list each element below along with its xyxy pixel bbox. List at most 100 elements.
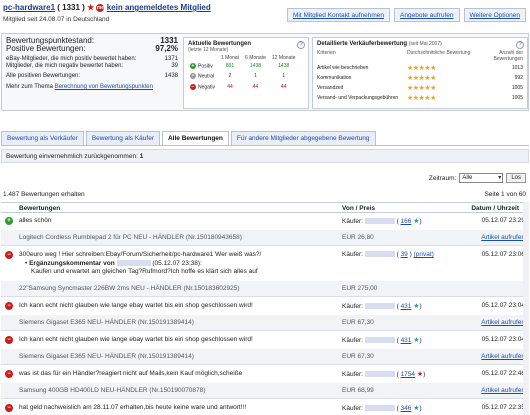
positive-1m[interactable]: 891 — [218, 61, 242, 71]
negative-6m[interactable]: 44 — [242, 82, 269, 92]
plus-icon: + — [190, 63, 196, 69]
rating-row: Kommunikation ★★★★★ 992 — [317, 73, 523, 83]
negative-members-value: 39 — [171, 63, 178, 69]
member-heading: pc-hardware1 ( 1331 ) ★ me kein angemeld… — [3, 3, 211, 12]
more-options-button[interactable]: Weitere Optionen — [463, 8, 526, 22]
col-12-months: 12 Monate — [271, 55, 296, 61]
detailed-ratings-box: Detaillierte Verkäuferbewertung (seit Ma… — [312, 37, 528, 109]
star-icon: ★ — [87, 3, 95, 12]
rating-stars-icon: ★★★★★ — [407, 85, 436, 92]
positive-6m[interactable]: 1438 — [242, 61, 269, 71]
vertical-scrollbar[interactable] — [523, 202, 529, 415]
buyer-score-link[interactable]: 166 — [401, 218, 412, 225]
buyer-name-masked[interactable] — [364, 303, 395, 310]
negative-1m[interactable]: 44 — [218, 82, 242, 92]
positive-label: Positive Bewertungen: — [6, 44, 86, 53]
buyer-name-masked[interactable] — [364, 251, 395, 258]
item-price: EUR 275,00 — [342, 285, 378, 292]
view-listings-button[interactable]: Angebote aufrufen — [394, 8, 460, 22]
item-title: Siemens Gigaset E365 NEU- HÄNDLER (Nr.15… — [19, 319, 194, 326]
buyer-prefix: Käufer: — [342, 371, 363, 378]
go-button[interactable]: Los — [506, 173, 526, 183]
buyer-name-masked[interactable] — [364, 218, 395, 225]
feedback-comment: hat geld nachweislich am 28.11.07 erhalt… — [19, 404, 247, 411]
buyer-score-link[interactable]: 431 — [401, 337, 412, 344]
positive-value: 97,2% — [155, 44, 178, 53]
member-score: ( 1331 ) — [57, 3, 85, 12]
view-item-link[interactable]: Artikel aufrufen — [481, 353, 525, 360]
all-positive-value: 1438 — [164, 73, 178, 79]
negative-row: − Negativ 44 44 44 — [187, 82, 299, 92]
item-title: Siemens Gigaset E365 NEU- HÄNDLER (Nr.15… — [19, 353, 194, 360]
rating-label: Kommunikation — [317, 75, 352, 81]
seller-name-masked[interactable] — [116, 260, 151, 267]
score-calculation-link[interactable]: Berechnung von Bewertungspunkten — [55, 84, 153, 90]
recent-feedback-box: Aktuelle Bewertungen (letzte 12 Monate) … — [183, 37, 309, 109]
feedback-comment: 300euro weg ! Hier schreiben:Ebay/Forum/… — [19, 251, 262, 258]
rating-stars-icon: ★★★★★ — [407, 65, 436, 72]
tab-as-seller[interactable]: Bewertung als Verkäufer — [1, 131, 84, 145]
positive-12m[interactable]: 1438 — [269, 61, 299, 71]
star-icon: ★ — [413, 303, 420, 310]
buyer-info: Käufer: ( 431 ★) — [342, 303, 422, 310]
col-criteria: Kriterien — [317, 50, 336, 56]
item-price: EUR 67,30 — [342, 319, 374, 326]
col-date: Datum / Uhrzeit — [471, 205, 519, 212]
tab-as-buyer[interactable]: Bewertung als Käufer — [85, 131, 160, 145]
view-item-link[interactable]: Artikel aufrufen — [481, 387, 525, 394]
feedback-summary: Bewertungspunktestand: 1331 Positive Bew… — [1, 33, 529, 111]
positive-icon: + — [5, 217, 13, 225]
me-icon: me — [96, 3, 105, 12]
neutral-1m[interactable]: 2 — [218, 71, 242, 81]
item-price: EUR 26,80 — [342, 234, 374, 241]
rating-row: Versand- und Verpackungsgebühren ★★★★★ 1… — [317, 93, 523, 103]
neutral-label: Neutral — [198, 73, 215, 80]
positive-label: Positiv — [198, 63, 213, 70]
item-price: EUR 67,30 — [342, 353, 374, 360]
feedback-row: − Ich kann echt nicht glauben wie lange … — [1, 298, 529, 331]
period-select[interactable]: Alle — [459, 173, 504, 183]
member-name-link[interactable]: pc-hardware1 — [3, 3, 55, 12]
help-icon[interactable]: ? — [516, 41, 524, 49]
view-item-link[interactable]: Artikel aufrufen — [481, 234, 525, 241]
score-overview: Bewertungspunktestand: 1331 Positive Bew… — [6, 37, 178, 91]
col-count: Anzahl der Bewertungen — [493, 50, 523, 62]
feedback-count: 1.487 Bewertungen erhalten — [3, 191, 85, 198]
withdrawn-value: 1 — [139, 153, 144, 160]
feedback-date: 05.12.07 23:29 — [481, 217, 525, 224]
follow-up-date: (05.12.07 23:38): — [152, 260, 202, 267]
follow-up-text: Kaufen und erwartet am gleichen Tag?Rufm… — [31, 268, 258, 275]
buyer-score-link[interactable]: 39 — [401, 251, 408, 258]
neutral-12m[interactable]: 1 — [269, 71, 299, 81]
buyer-name-masked[interactable] — [364, 371, 395, 378]
feedback-date: 05.12.07 23:04 — [481, 302, 525, 309]
withdrawn-label: Bewertung einvernehmlich zurückgenommen: — [6, 153, 138, 160]
help-icon[interactable]: ? — [297, 41, 305, 49]
member-since: Mitglied seit 24.08.07 in Deutschland — [3, 16, 110, 23]
contact-member-button[interactable]: Mit Mitglied Kontakt aufnehmen — [286, 8, 391, 22]
neutral-6m[interactable]: 1 — [242, 71, 269, 81]
detailed-subtitle: (seit Mai 2007) — [408, 41, 442, 47]
star-icon: ★ — [413, 405, 420, 412]
tab-all-feedback[interactable]: Alle Bewertungen — [161, 131, 229, 146]
col-from-price: Von / Preis — [342, 205, 376, 212]
buyer-name-masked[interactable] — [364, 337, 395, 344]
negative-members-row: Mitglieder, die mich negativ bewertet ha… — [6, 63, 178, 70]
feedback-comment: Ich kann echt nicht glauben wie lange eb… — [19, 302, 253, 309]
star-icon: ★ — [416, 371, 424, 378]
view-item-link[interactable]: Artikel aufrufen — [481, 319, 525, 326]
buyer-score-link[interactable]: 431 — [401, 303, 412, 310]
feedback-comment: alles schön — [19, 217, 52, 224]
buyer-private-link[interactable]: (privat) — [414, 251, 434, 258]
follow-up-comment: • Ergänzungskommentar von (05.12.07 23:3… — [25, 260, 202, 267]
star-icon: ★ — [413, 337, 420, 344]
buyer-score-link[interactable]: 1754 — [401, 371, 415, 378]
negative-12m[interactable]: 44 — [269, 82, 299, 92]
buyer-score-link[interactable]: 346 — [401, 405, 412, 412]
buyer-prefix: Käufer: — [342, 405, 363, 412]
tab-left-for-others[interactable]: Für andere Mitglieder abgegebene Bewertu… — [230, 131, 376, 145]
buyer-prefix: Käufer: — [342, 218, 363, 225]
member-status-link[interactable]: kein angemeldetes Mitglied — [107, 3, 211, 12]
rating-label: Artikel wie beschrieben — [317, 65, 369, 71]
buyer-name-masked[interactable] — [364, 405, 395, 412]
